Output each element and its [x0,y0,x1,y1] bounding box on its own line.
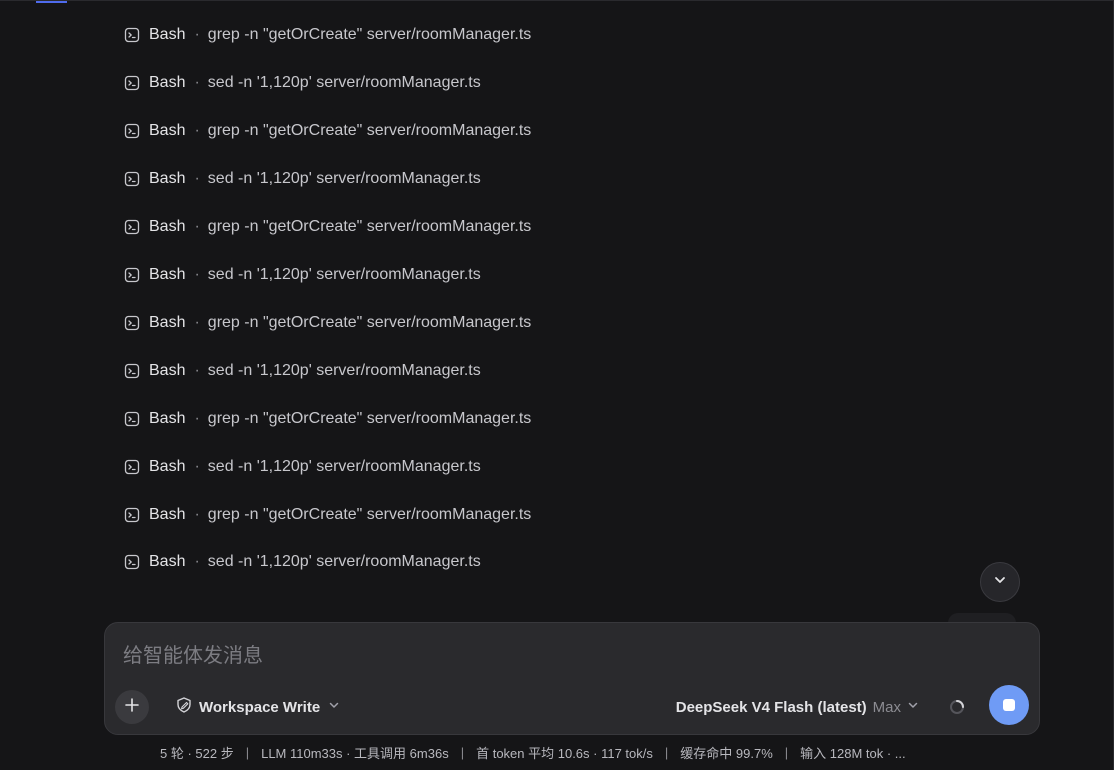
terminal-icon [124,507,140,523]
stop-icon [1003,699,1015,711]
scroll-to-bottom-button[interactable] [980,562,1020,602]
tool-name: Bash [149,410,186,427]
tool-call-row[interactable]: Bash · sed -n '1,120p' server/roomManager.… [124,59,531,107]
message-input[interactable] [123,641,1003,671]
status-item: 首 token 平均 10.6s · 117 tok/s [476,745,653,761]
tool-name: Bash [149,314,186,331]
tool-name: Bash [149,122,186,139]
status-separator: | [245,744,250,760]
terminal-icon [124,267,140,283]
session-stats-bar: 5 轮 · 522 步 | LLM 110m33s · 工具调用 6m36s | 首 t… [160,743,990,761]
tool-separator: · [194,26,200,43]
tool-name: Bash [149,266,186,283]
tool-separator: · [194,362,200,379]
stop-generation-button[interactable] [989,685,1029,725]
tool-command: sed -n '1,120p' server/roomManager.ts [207,458,481,475]
terminal-icon [124,315,140,331]
message-composer: Workspace Write DeepSeek V4 Flash (lates… [104,622,1040,735]
status-separator: | [664,744,669,760]
tool-command: sed -n '1,120p' server/roomManager.ts [207,553,481,570]
tool-call-row[interactable]: Bash · grep -n "getOrCreate" server/roomMa… [124,203,531,251]
tool-call-row[interactable]: Bash · sed -n '1,120p' server/roomManager.… [124,443,531,491]
tool-separator: · [194,266,200,283]
tool-command: grep -n "getOrCreate" server/roomManager… [207,314,532,331]
tool-separator: · [194,122,200,139]
status-item: 5 轮 · 522 步 [160,745,234,761]
terminal-icon [124,75,140,91]
tool-call-row[interactable]: Bash · grep -n "getOrCreate" server/roomMa… [124,491,531,539]
tool-call-row[interactable]: Bash · sed -n '1,120p' server/roomManager.… [124,155,531,203]
tool-command: sed -n '1,120p' server/roomManager.ts [207,74,481,91]
shield-pen-icon [175,696,193,719]
terminal-icon [124,411,140,427]
terminal-icon [124,363,140,379]
tool-command: grep -n "getOrCreate" server/roomManager… [207,122,532,139]
tool-name: Bash [149,170,186,187]
tool-call-row[interactable]: Bash · grep -n "getOrCreate" server/roomMa… [124,299,531,347]
status-separator: | [784,744,789,760]
tool-name: Bash [149,458,186,475]
terminal-icon [124,171,140,187]
tool-command: grep -n "getOrCreate" server/roomManager… [207,218,532,235]
tool-name: Bash [149,26,186,43]
tool-name: Bash [149,362,186,379]
terminal-icon [124,459,140,475]
tool-name: Bash [149,74,186,91]
tool-separator: · [194,314,200,331]
tool-separator: · [194,553,200,570]
tool-command: sed -n '1,120p' server/roomManager.ts [207,170,481,187]
terminal-icon [124,554,140,570]
tool-separator: · [194,74,200,91]
tool-command: grep -n "getOrCreate" server/roomManager… [207,410,532,427]
add-attachment-button[interactable] [115,690,149,724]
tool-call-row[interactable]: Bash · sed -n '1,120p' server/roomManager.… [124,251,531,299]
spinner-icon [949,699,965,715]
model-tier-label: Max [872,698,901,716]
status-item: LLM 110m33s · 工具调用 6m36s [261,745,449,761]
terminal-icon [124,27,140,43]
tool-command: sed -n '1,120p' server/roomManager.ts [207,362,481,379]
chevron-down-icon [993,573,1007,592]
status-separator: | [460,744,465,760]
tool-command: sed -n '1,120p' server/roomManager.ts [207,266,481,283]
terminal-icon [124,123,140,139]
tool-name: Bash [149,553,186,570]
tool-separator: · [194,410,200,427]
tool-call-list: Bash · grep -n "getOrCreate" server/roomMa… [124,11,531,585]
chevron-down-icon [328,698,340,716]
chevron-down-icon [907,698,919,716]
status-item: 输入 128M tok · ... [800,745,906,761]
terminal-icon [124,219,140,235]
tool-command: grep -n "getOrCreate" server/roomManager… [207,26,532,43]
tool-name: Bash [149,218,186,235]
tool-separator: · [194,458,200,475]
top-accent-bar [36,1,67,3]
plus-icon [124,697,140,718]
tool-call-row[interactable]: Bash · grep -n "getOrCreate" server/roomMa… [124,395,531,443]
model-select[interactable]: DeepSeek V4 Flash (latest) Max [676,695,919,719]
chat-window: Bash · grep -n "getOrCreate" server/roomMa… [0,0,1114,770]
tool-call-row[interactable]: Bash · sed -n '1,120p' server/roomManager.… [124,347,531,395]
permission-mode-select[interactable]: Workspace Write [175,695,340,719]
tool-call-row[interactable]: Bash · grep -n "getOrCreate" server/roomMa… [124,107,531,155]
model-label: DeepSeek V4 Flash (latest) [675,698,867,716]
tool-name: Bash [149,506,186,523]
permission-mode-label: Workspace Write [199,698,321,716]
tool-call-row[interactable]: Bash · sed -n '1,120p' server/roomManager.… [124,539,531,585]
tool-separator: · [194,170,200,187]
tool-call-row[interactable]: Bash · grep -n "getOrCreate" server/roomMa… [124,11,531,59]
status-item: 缓存命中 99.7% [680,745,773,761]
tool-separator: · [194,218,200,235]
tool-separator: · [194,506,200,523]
tool-command: grep -n "getOrCreate" server/roomManager… [207,506,532,523]
